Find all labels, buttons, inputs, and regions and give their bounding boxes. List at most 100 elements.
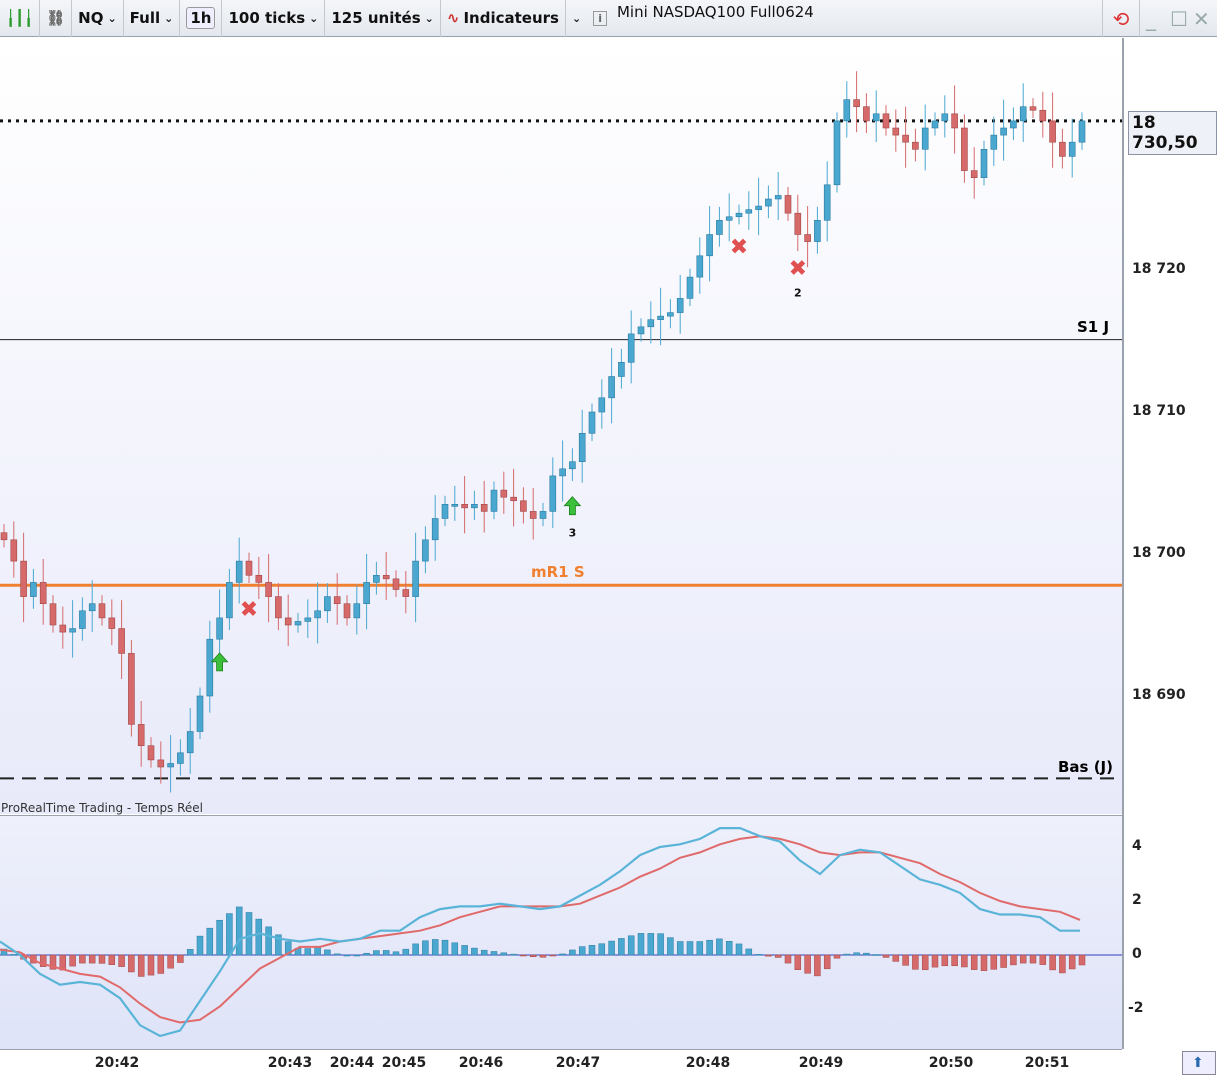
autoscale-button[interactable]: ⬆ [1182,1051,1216,1075]
bearish-candle [108,617,116,629]
bullish-candle [294,621,302,626]
chevron-down-icon: ⌄ [309,11,319,25]
histogram-bar [794,954,802,970]
bullish-candle [627,333,635,363]
bullish-candle [69,628,76,633]
bullish-candle [539,511,547,519]
histogram-bar [637,933,645,956]
time-tick: 20:47 [555,1055,601,1071]
histogram-bar [941,954,949,967]
histogram-bar [578,946,586,956]
histogram-bar [157,954,165,974]
signal-line [0,835,1081,1024]
histogram-bar [520,954,527,957]
histogram-bar [1059,954,1066,974]
histogram-bar [863,952,870,956]
chevron-down-icon: ⌄ [424,11,434,25]
bullish-candle [1000,127,1007,136]
window-title: Mini NASDAQ100 Full0624 [616,3,814,21]
time-axis[interactable]: 20:42 20:43 20:44 20:45 20:46 20:47 20:4… [0,1049,1122,1079]
mode-selector[interactable]: Full ⌄ [124,0,181,37]
bullish-candle [647,319,655,328]
histogram-bar [216,919,223,956]
chart-type-button[interactable]: ╽┃╽ [0,0,41,37]
histogram-bar [186,949,194,956]
bearish-candle [912,141,919,150]
bearish-candle [245,560,253,576]
bearish-candle [520,500,527,512]
bullish-candle [696,255,704,278]
close-button[interactable]: ✕ [1193,0,1210,37]
bullish-candle [872,113,880,122]
histogram-bar [196,935,204,956]
bullish-candle [79,610,86,629]
close-icon: ✕ [1193,6,1210,31]
bullish-candle [745,209,753,214]
indicators-dropdown[interactable]: ⌄ [566,0,587,37]
minimize-button[interactable]: _ [1146,0,1156,37]
time-tick: 20:43 [267,1055,313,1071]
maximize-icon: ☐ [1170,6,1188,31]
macd-oscillator-panel[interactable] [0,815,1122,1049]
price-chart[interactable]: ✖ 3 ✖ ✖ 2 S1 J mR1 S Bas (J) ProRealTime Tra… [0,38,1122,815]
histogram-bar [88,954,96,964]
bearish-candle [510,496,517,502]
bearish-candle [863,106,870,122]
bullish-candle [686,276,694,299]
bearish-candle [402,589,410,597]
chevron-down-icon: ⌄ [107,11,117,25]
bullish-candle [324,596,331,612]
time-tick: 20:49 [798,1055,844,1071]
chevron-down-icon: ⌄ [571,11,582,25]
bullish-candle [1078,120,1086,143]
link-button[interactable]: ⛓ [40,0,73,37]
bearish-candle [1049,120,1056,143]
histogram-bar [441,939,449,956]
bearish-candle [39,582,47,605]
bullish-candle [353,603,361,619]
histogram-bar [1039,954,1047,965]
sell-signal-x-icon: ✖ [730,235,748,260]
ticks-selector[interactable]: 100 ticks ⌄ [222,0,326,37]
bullish-candle [931,120,939,129]
bearish-candle [392,578,400,590]
histogram-bar [128,954,135,973]
histogram-bar [931,954,939,968]
histogram-bar [706,939,713,956]
histogram-bar [510,953,517,956]
bullish-candle [578,432,586,462]
histogram-bar [461,945,468,956]
histogram-bar [549,954,557,957]
symbol-selector[interactable]: NQ ⌄ [72,0,124,37]
maximize-button[interactable]: ☐ [1170,0,1188,37]
bullish-candle [206,638,214,697]
minimize-icon: _ [1146,6,1156,31]
refresh-arrows-icon: ⟲ [1112,6,1130,31]
bullish-candle [765,198,772,207]
time-tick: 20:45 [381,1055,427,1071]
histogram-bar [1029,954,1037,964]
histogram-bar [755,953,762,956]
price-axis[interactable]: 18 720 18 710 18 700 18 690 18 730,50 4 … [1122,38,1217,1075]
bullish-candle [774,195,782,200]
histogram-bar [569,949,576,956]
indicators-button[interactable]: ∿ Indicateurs [441,0,566,37]
units-selector[interactable]: 125 unités ⌄ [325,0,441,37]
bearish-candle [804,234,811,242]
bearish-candle [784,195,792,214]
bearish-candle [10,539,18,562]
histogram-bar [667,937,674,956]
info-button[interactable]: i [587,0,613,37]
bearish-candle [118,628,125,654]
refresh-button[interactable]: ⟲ [1102,0,1140,37]
histogram-bar [471,947,478,956]
bullish-candle [588,411,596,434]
bearish-candle [128,653,135,725]
osc-tick: 2 [1132,892,1142,908]
time-tick: 20:48 [685,1055,731,1071]
macd-line [0,827,1080,1038]
bullish-candle [941,113,949,122]
histogram-bar [490,951,498,956]
timeframe-button[interactable]: 1h [180,0,223,37]
sell-signal-x-icon: ✖ [789,257,807,282]
